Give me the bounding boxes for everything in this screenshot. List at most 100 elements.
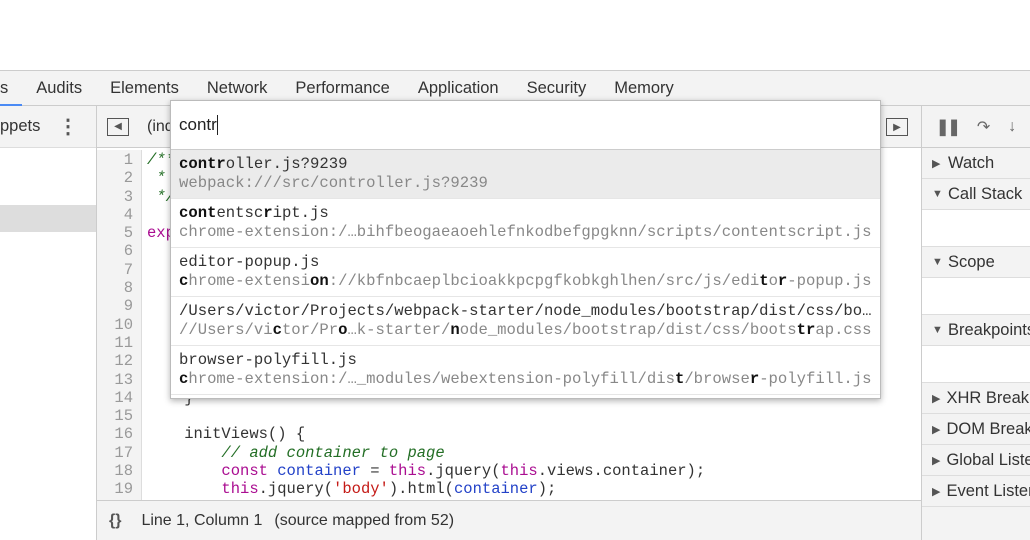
pretty-print-button[interactable]: {} — [109, 512, 121, 530]
item-text: ode_modules/bootstrap/dist/css/boots — [459, 320, 797, 339]
line-number[interactable]: 8 — [97, 279, 137, 297]
line-number[interactable]: 2 — [97, 169, 137, 187]
line-source: this.jquery('body').html(container); — [137, 480, 556, 498]
text-caret — [216, 115, 218, 135]
match-highlight: cont — [179, 204, 217, 222]
section-body — [922, 278, 1030, 315]
section-call-stack[interactable]: ▼ Call Stack — [922, 179, 1030, 210]
quick-open-item[interactable]: editor-popup.js chrome-extension://kbfnbc… — [171, 248, 880, 297]
item-path: chrome-extension://kbfnbcaeplbcioakkpcpg… — [179, 272, 872, 291]
code-token: ); — [537, 480, 557, 499]
navigator-header: ppets ⋮ — [0, 106, 96, 148]
line-number[interactable]: 1 — [97, 151, 137, 169]
item-path: //Users/victor/Pro…k-starter/node_module… — [179, 321, 872, 340]
section-body — [922, 210, 1030, 247]
tab-audits[interactable]: Audits — [22, 71, 96, 105]
selected-file-row[interactable] — [0, 205, 96, 232]
status-bar: {} Line 1, Column 1 (source mapped from … — [97, 500, 921, 540]
item-title: /Users/victor/Projects/webpack-starter/n… — [179, 302, 872, 321]
line-number[interactable]: 11 — [97, 334, 137, 352]
step-over-icon[interactable]: ↷ — [977, 117, 990, 137]
match-highlight: r — [749, 369, 760, 388]
line-number[interactable]: 6 — [97, 242, 137, 260]
toggle-navigator-icon[interactable]: ◀ — [107, 117, 129, 136]
line-number[interactable]: 17 — [97, 444, 137, 462]
item-text: -polyfill.js — [759, 369, 872, 388]
section-label: Scope — [948, 252, 995, 271]
step-into-icon[interactable]: ↓ — [1008, 118, 1016, 136]
section-label: XHR Breakpoints — [946, 388, 1030, 407]
quick-open-input[interactable]: contr — [171, 101, 880, 150]
item-text: editor-popup.js — [179, 253, 320, 271]
line-number[interactable]: 10 — [97, 316, 137, 334]
item-text: ap.css — [815, 320, 872, 339]
line-number[interactable]: 12 — [97, 352, 137, 370]
section-global-listeners[interactable]: ▶ Global Listeners — [922, 445, 1030, 476]
line-number[interactable]: 3 — [97, 188, 137, 206]
item-title: contentscript.js — [179, 204, 872, 223]
code-token: this — [500, 462, 538, 481]
code-token: ).html( — [388, 480, 454, 499]
tab-snippets[interactable]: ppets — [0, 117, 40, 136]
match-highlight: r — [263, 204, 273, 222]
section-label: Call Stack — [948, 184, 1023, 203]
section-dom-breakpoints[interactable]: ▶ DOM Breakpoints — [922, 414, 1030, 445]
code-token: initViews() { — [147, 425, 306, 444]
item-text: chrome-extension:/…bihfbeogaeaoehlefnkod… — [179, 222, 872, 241]
line-source — [137, 279, 147, 297]
match-highlight: t — [674, 369, 685, 388]
line-number[interactable]: 5 — [97, 224, 137, 242]
match-highlight: n — [450, 320, 460, 339]
item-text: /Users/victor/Projects/webpack-starter/n… — [179, 302, 872, 320]
triangle-down-icon: ▼ — [932, 324, 943, 336]
tab-s[interactable]: s — [0, 71, 23, 106]
line-source — [137, 371, 147, 389]
code-token: = — [360, 462, 389, 481]
line-number[interactable]: 14 — [97, 389, 137, 407]
quick-open-item[interactable]: browser-polyfill.js chrome-extension:/…_m… — [171, 346, 880, 395]
debugger-toolbar: ❚❚ ↷ ↓ — [922, 106, 1030, 148]
quick-open-dialog: contr controller.js?9239 webpack:///src/c… — [170, 100, 881, 399]
quick-open-item[interactable]: contentscript.js chrome-extension:/…bihfb… — [171, 199, 880, 248]
section-scope[interactable]: ▼ Scope — [922, 247, 1030, 278]
line-source — [137, 242, 147, 260]
section-watch[interactable]: ▶ Watch — [922, 148, 1030, 179]
code-token: .jquery( — [426, 462, 501, 481]
code-token: .views.container); — [537, 462, 706, 481]
item-text: o — [768, 271, 778, 290]
kebab-icon[interactable]: ⋮ — [58, 114, 78, 139]
line-number[interactable]: 13 — [97, 371, 137, 389]
section-breakpoints[interactable]: ▼ Breakpoints — [922, 315, 1030, 346]
item-text: /browse — [684, 369, 750, 388]
item-text: ipt.js — [272, 204, 329, 222]
item-text: //Users/vi — [179, 320, 273, 339]
line-number[interactable]: 15 — [97, 407, 137, 425]
item-text: -popup.js — [787, 271, 872, 290]
line-number[interactable]: 18 — [97, 462, 137, 480]
line-number[interactable]: 7 — [97, 261, 137, 279]
toggle-debugger-icon[interactable]: ▶ — [886, 118, 908, 136]
query-text: contr — [179, 115, 217, 134]
line-number[interactable]: 16 — [97, 425, 137, 443]
line-number[interactable]: 4 — [97, 206, 137, 224]
pause-icon[interactable]: ❚❚ — [936, 117, 961, 137]
item-title: editor-popup.js — [179, 253, 872, 272]
section-xhr-breakpoints[interactable]: ▶ XHR Breakpoints — [922, 383, 1030, 414]
quick-open-item[interactable]: /Users/victor/Projects/webpack-starter/n… — [171, 297, 880, 346]
line-source: * — [137, 169, 165, 187]
triangle-down-icon: ▼ — [932, 256, 943, 268]
item-text: hrome-extension:/…_modules/webextension-… — [188, 369, 675, 388]
item-text: hrome-extensi — [188, 271, 311, 290]
match-highlight: r — [777, 271, 788, 290]
line-source — [137, 407, 147, 425]
item-text: webpack:///src/controller.js?9239 — [179, 173, 488, 192]
item-title: browser-polyfill.js — [179, 351, 872, 370]
line-number[interactable]: 9 — [97, 297, 137, 315]
item-path: chrome-extension:/…bihfbeogaeaoehlefnkod… — [179, 223, 872, 242]
section-event-listeners[interactable]: ▶ Event Listeners — [922, 476, 1030, 507]
debugger-sidebar: ❚❚ ↷ ↓ ▶ Watch ▼ Call Stack ▼ Scope ▼ Breakpoin… — [921, 106, 1030, 540]
quick-open-item[interactable]: controller.js?9239 webpack:///src/control… — [171, 150, 880, 199]
code-line: 18 const container = this.jquery(this.vi… — [97, 462, 921, 480]
line-number[interactable]: 19 — [97, 480, 137, 498]
code-line: 15 — [97, 407, 921, 425]
